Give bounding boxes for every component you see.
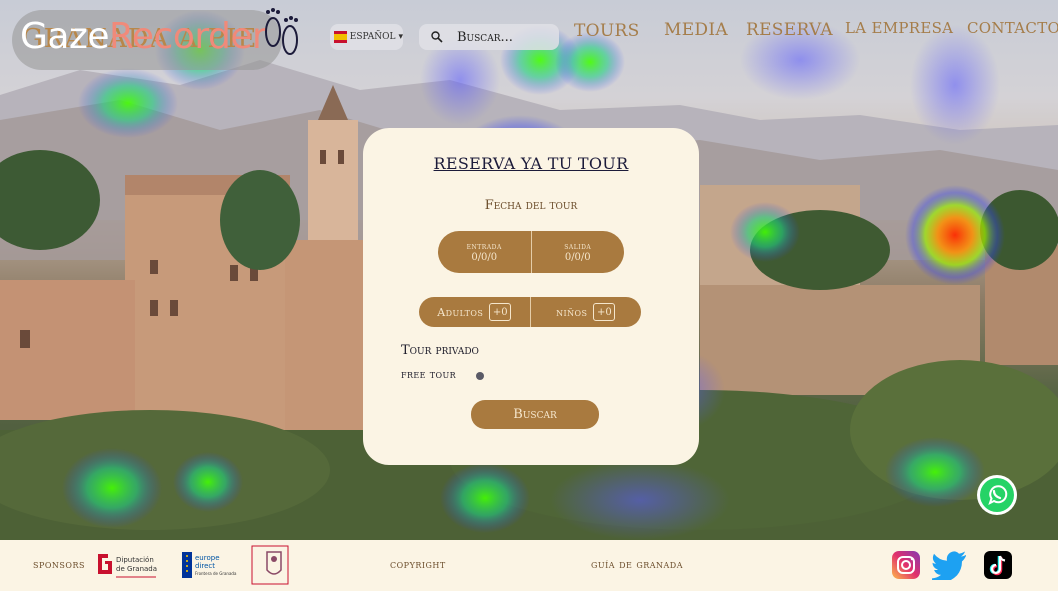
salida-field[interactable]: salida 0/0/0 [530, 231, 625, 273]
tiktok-icon[interactable] [983, 550, 1013, 580]
nav-tours[interactable]: TOURS [574, 21, 640, 41]
svg-text:direct: direct [195, 562, 215, 570]
nav-reserva[interactable]: RESERVA [746, 20, 833, 40]
twitter-icon[interactable] [932, 550, 968, 580]
footprints-icon [265, 8, 298, 55]
svg-text:Diputación: Diputación [116, 556, 154, 564]
svg-text:Frontera de Granada: Frontera de Granada [195, 571, 237, 576]
diputacion-granada-logo[interactable]: Diputación de Granada [96, 548, 160, 582]
guest-picker: Adultos +0 niños +0 [419, 297, 641, 327]
whatsapp-button[interactable] [977, 475, 1017, 515]
nav-contacto[interactable]: CONTACTO [967, 19, 1058, 37]
gazerecorder-watermark: GazeRecorder [20, 16, 267, 57]
whatsapp-icon [980, 478, 1014, 512]
language-label: ESPAÑOL [349, 32, 396, 42]
footer: sponsors Diputación de Granada europe di… [0, 540, 1058, 591]
ninos-label: niños [556, 305, 588, 319]
search-box[interactable]: Buscar... [419, 24, 559, 50]
europe-direct-logo[interactable]: europe direct Frontera de Granada [180, 548, 238, 582]
sponsors-label: sponsors [33, 558, 85, 571]
date-range-picker: entrada 0/0/0 salida 0/0/0 [438, 231, 624, 273]
booking-card: RESERVA YA TU TOUR Fecha del tour entrad… [363, 128, 699, 465]
search-button[interactable]: Buscar [471, 400, 599, 429]
search-icon [431, 31, 443, 43]
spain-flag-icon [334, 31, 347, 43]
copyright-link[interactable]: copyright [390, 558, 446, 571]
ayuntamiento-granada-logo[interactable] [249, 544, 293, 586]
entrada-label: entrada [466, 241, 502, 252]
adultos-label: Adultos [437, 305, 484, 319]
tour-privado-option[interactable]: Tour privado [401, 343, 479, 358]
language-selector[interactable]: ESPAÑOL ▾ [330, 24, 403, 50]
date-heading: Fecha del tour [484, 198, 578, 213]
adultos-field: Adultos +0 [419, 297, 530, 327]
svg-text:de Granada: de Granada [116, 565, 157, 573]
svg-text:europe: europe [195, 554, 220, 562]
salida-label: salida [564, 241, 592, 252]
entrada-field[interactable]: entrada 0/0/0 [438, 231, 531, 273]
free-tour-radio[interactable] [476, 372, 484, 380]
ninos-stepper[interactable]: +0 [593, 303, 616, 321]
adultos-stepper[interactable]: +0 [489, 303, 512, 321]
free-tour-option[interactable]: free tour [401, 368, 456, 381]
ninos-field: niños +0 [529, 297, 642, 327]
nav-la-empresa[interactable]: LA EMPRESA [845, 19, 953, 37]
chevron-down-icon: ▾ [398, 32, 403, 42]
booking-title[interactable]: RESERVA YA TU TOUR [363, 154, 699, 173]
instagram-icon[interactable] [891, 550, 921, 580]
entrada-value: 0/0/0 [471, 251, 498, 263]
nav-media[interactable]: MEDIA [664, 20, 728, 40]
salida-value: 0/0/0 [564, 251, 591, 263]
search-input[interactable]: Buscar... [457, 30, 513, 45]
guia-granada-link[interactable]: guía de granada [591, 558, 683, 571]
